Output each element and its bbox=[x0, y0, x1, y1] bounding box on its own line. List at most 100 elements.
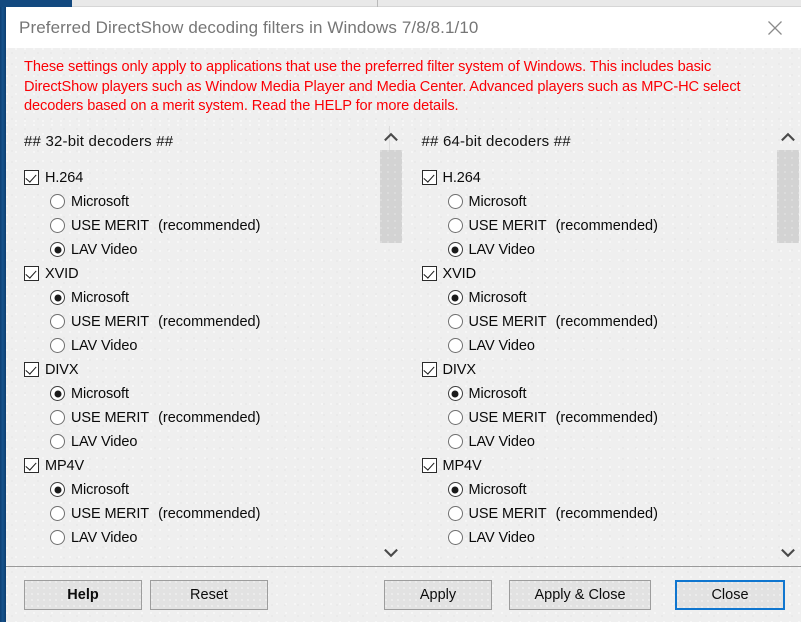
decoder-option-row[interactable]: LAV Video bbox=[422, 526, 776, 550]
pane-32bit-scrollbar[interactable] bbox=[378, 124, 404, 567]
decoder-option-row[interactable]: LAV Video bbox=[24, 430, 378, 454]
scroll-thumb[interactable] bbox=[777, 149, 799, 244]
decoder-radio[interactable] bbox=[447, 410, 463, 425]
decoder-option-row[interactable]: USE MERIT (recommended) bbox=[24, 406, 378, 430]
decoder-radio[interactable] bbox=[50, 290, 65, 305]
decoder-radio[interactable] bbox=[50, 242, 65, 257]
codec-checkbox-row[interactable]: MP4V bbox=[24, 454, 378, 478]
apply-button[interactable]: Apply bbox=[384, 579, 492, 610]
decoder-option-row[interactable]: Microsoft bbox=[24, 286, 378, 310]
codec-checkbox[interactable] bbox=[421, 458, 437, 473]
scroll-track[interactable] bbox=[378, 149, 404, 541]
scroll-thumb[interactable] bbox=[379, 149, 402, 244]
pane-32bit-list: ## 32-bit decoders ## H.264 Microsoft USE M… bbox=[6, 124, 378, 567]
decoder-radio[interactable] bbox=[447, 434, 463, 449]
decoder-radio[interactable] bbox=[447, 386, 463, 401]
decoder-option-row[interactable]: LAV Video bbox=[24, 526, 378, 550]
close-x-icon[interactable] bbox=[757, 13, 793, 43]
decoder-option-row[interactable]: Microsoft bbox=[422, 478, 776, 502]
codec-name: XVID bbox=[45, 265, 79, 282]
codec-checkbox[interactable] bbox=[24, 458, 39, 473]
decoder-option-row[interactable]: Microsoft bbox=[422, 382, 776, 406]
decoder-option-row[interactable]: Microsoft bbox=[422, 286, 776, 310]
decoder-option-row[interactable]: Microsoft bbox=[422, 190, 776, 214]
help-button[interactable]: Help bbox=[24, 579, 142, 610]
decoder-radio[interactable] bbox=[447, 290, 463, 305]
decoder-option-row[interactable]: USE MERIT (recommended) bbox=[422, 214, 776, 238]
codec-group: H.264 Microsoft USE MERIT (recommended) LAV … bbox=[24, 166, 378, 262]
decoder-option-row[interactable]: USE MERIT (recommended) bbox=[422, 502, 776, 526]
decoder-option-row[interactable]: USE MERIT (recommended) bbox=[422, 406, 776, 430]
codec-checkbox[interactable] bbox=[24, 170, 39, 185]
decoder-option-label: USE MERIT bbox=[71, 217, 150, 234]
decoder-option-row[interactable]: LAV Video bbox=[24, 238, 378, 262]
decoder-radio[interactable] bbox=[50, 434, 65, 449]
decoder-option-row[interactable]: LAV Video bbox=[24, 334, 378, 358]
pane-64bit-scrollbar[interactable] bbox=[775, 124, 801, 567]
decoder-option-label: USE MERIT bbox=[468, 217, 547, 234]
decoder-radio[interactable] bbox=[50, 218, 65, 233]
warning-banner: These settings only apply to application… bbox=[6, 48, 801, 124]
codec-checkbox[interactable] bbox=[24, 266, 39, 281]
scroll-track[interactable] bbox=[775, 149, 801, 541]
decoder-option-label: LAV Video bbox=[71, 241, 138, 258]
decoder-option-hint: (recommended) bbox=[555, 409, 658, 426]
decoder-option-row[interactable]: USE MERIT (recommended) bbox=[24, 214, 378, 238]
decoder-option-label: LAV Video bbox=[468, 241, 535, 258]
button-bar: Help Reset Apply Apply & Close Close bbox=[6, 566, 801, 622]
decoder-radio[interactable] bbox=[50, 194, 65, 209]
decoder-radio[interactable] bbox=[50, 386, 65, 401]
decoder-option-label: USE MERIT bbox=[468, 505, 547, 522]
decoder-option-row[interactable]: LAV Video bbox=[422, 238, 776, 262]
codec-checkbox-row[interactable]: H.264 bbox=[24, 166, 378, 190]
codec-group: XVID Microsoft USE MERIT (recommended) LAV V… bbox=[421, 262, 776, 358]
decoder-option-row[interactable]: USE MERIT (recommended) bbox=[422, 310, 776, 334]
decoder-option-hint: (recommended) bbox=[555, 217, 658, 234]
decoder-radio[interactable] bbox=[447, 218, 463, 233]
codec-checkbox[interactable] bbox=[421, 362, 437, 377]
decoder-radio[interactable] bbox=[447, 506, 463, 521]
decoder-radio[interactable] bbox=[50, 338, 65, 353]
codec-checkbox-row[interactable]: DIVX bbox=[24, 358, 378, 382]
close-button[interactable]: Close bbox=[675, 579, 785, 610]
decoder-radio[interactable] bbox=[50, 530, 65, 545]
codec-checkbox-row[interactable]: DIVX bbox=[421, 358, 776, 382]
codec-checkbox[interactable] bbox=[421, 170, 437, 185]
decoder-radio[interactable] bbox=[50, 314, 65, 329]
decoder-radio[interactable] bbox=[50, 410, 65, 425]
decoder-option-row[interactable]: Microsoft bbox=[24, 382, 378, 406]
decoder-radio[interactable] bbox=[447, 338, 463, 353]
codec-checkbox-row[interactable]: H.264 bbox=[421, 166, 776, 190]
scroll-up-button[interactable] bbox=[775, 124, 801, 150]
codec-checkbox-row[interactable]: XVID bbox=[24, 262, 378, 286]
scroll-down-button[interactable] bbox=[775, 540, 801, 566]
pane-64bit: ## 64-bit decoders ## H.264 Microsoft USE M… bbox=[404, 124, 801, 567]
apply-close-button[interactable]: Apply & Close bbox=[509, 579, 651, 610]
decoder-option-row[interactable]: Microsoft bbox=[24, 190, 378, 214]
decoder-radio[interactable] bbox=[447, 530, 463, 545]
codec-checkbox[interactable] bbox=[24, 362, 39, 377]
window-title: Preferred DirectShow decoding filters in… bbox=[19, 17, 479, 37]
decoder-option-row[interactable]: Microsoft bbox=[24, 478, 378, 502]
decoder-option-row[interactable]: LAV Video bbox=[422, 334, 776, 358]
decoder-option-row[interactable]: LAV Video bbox=[422, 430, 776, 454]
decoder-option-hint: (recommended) bbox=[555, 505, 658, 522]
decoder-radio[interactable] bbox=[447, 194, 463, 209]
decoder-option-hint: (recommended) bbox=[158, 409, 261, 426]
decoder-option-row[interactable]: USE MERIT (recommended) bbox=[24, 310, 378, 334]
reset-button[interactable]: Reset bbox=[150, 579, 268, 610]
decoder-radio[interactable] bbox=[447, 242, 463, 257]
codec-group: MP4V Microsoft USE MERIT (recommended) LAV V… bbox=[24, 454, 378, 550]
codec-name: H.264 bbox=[442, 169, 481, 186]
decoder-radio[interactable] bbox=[447, 314, 463, 329]
codec-checkbox[interactable] bbox=[421, 266, 437, 281]
decoder-option-row[interactable]: USE MERIT (recommended) bbox=[24, 502, 378, 526]
decoder-radio[interactable] bbox=[50, 506, 65, 521]
scroll-up-button[interactable] bbox=[378, 124, 404, 150]
scroll-down-button[interactable] bbox=[378, 540, 404, 566]
decoder-radio[interactable] bbox=[50, 482, 65, 497]
decoder-radio[interactable] bbox=[447, 482, 463, 497]
codec-checkbox-row[interactable]: XVID bbox=[421, 262, 776, 286]
codec-checkbox-row[interactable]: MP4V bbox=[421, 454, 776, 478]
pane-64bit-list: ## 64-bit decoders ## H.264 Microsoft USE M… bbox=[404, 124, 776, 567]
